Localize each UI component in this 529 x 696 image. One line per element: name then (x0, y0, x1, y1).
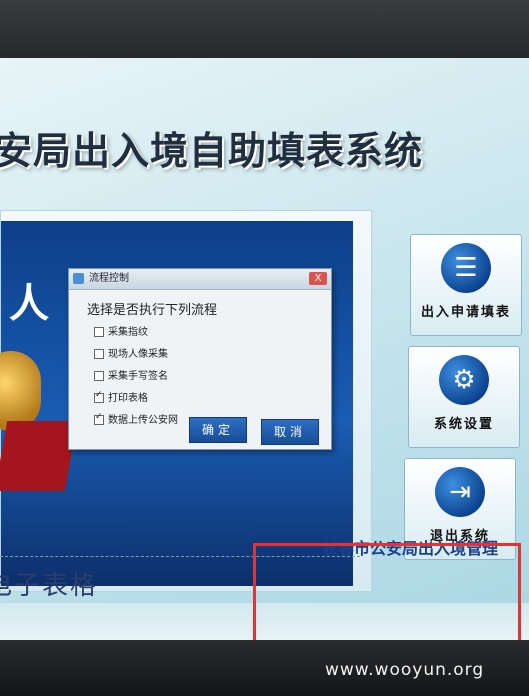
checkbox[interactable] (94, 327, 104, 337)
highlight-box (253, 543, 521, 647)
option-signature[interactable]: 采集手写签名 (94, 367, 168, 382)
option-label: 采集指纹 (108, 327, 148, 338)
monitor-bezel-top (0, 0, 529, 60)
option-upload[interactable]: 数据上传公安网 (94, 411, 178, 426)
option-portrait[interactable]: 现场人像采集 (94, 345, 168, 360)
footer-left-text: 电子表格 (0, 571, 99, 601)
form-list-icon: ☰ (441, 243, 491, 293)
checkbox[interactable] (94, 349, 104, 359)
dialog-title: 流程控制 (89, 273, 129, 284)
ok-button[interactable]: 确定 (189, 417, 247, 443)
option-label: 数据上传公安网 (108, 415, 178, 426)
checkbox[interactable] (94, 371, 104, 381)
menu-label: 出入申请填表 (420, 305, 511, 320)
checkbox-checked[interactable] (94, 412, 104, 425)
option-label: 打印表格 (108, 393, 148, 404)
menu-item-application-form[interactable]: ☰ 出入申请填表 (410, 234, 522, 336)
dialog-titlebar[interactable]: 流程控制 X (69, 269, 331, 290)
watermark-text: www.wooyun.org (325, 660, 485, 680)
dialog-prompt: 选择是否执行下列流程 (87, 303, 218, 318)
close-button[interactable]: X (309, 272, 327, 285)
checkbox-checked[interactable] (94, 390, 104, 403)
exit-door-icon: ⇥ (435, 467, 485, 517)
app-title: 安局出入境自助填表系统 (0, 129, 424, 173)
police-emblem-icon (0, 351, 41, 431)
option-fingerprint[interactable]: 采集指纹 (94, 323, 148, 338)
menu-label: 系统设置 (433, 417, 494, 432)
cancel-button[interactable]: 取消 (261, 419, 319, 445)
option-label: 现场人像采集 (108, 349, 168, 360)
window-icon (73, 273, 84, 284)
ribbon-decoration (0, 421, 78, 491)
option-label: 采集手写签名 (108, 371, 168, 382)
menu-item-settings[interactable]: ⚙ 系统设置 (408, 346, 520, 448)
gears-icon: ⚙ (439, 355, 489, 405)
process-control-dialog: 流程控制 X 选择是否执行下列流程 采集指纹 现场人像采集 采集手写签名 打印表… (68, 268, 332, 450)
option-print[interactable]: 打印表格 (94, 389, 148, 404)
